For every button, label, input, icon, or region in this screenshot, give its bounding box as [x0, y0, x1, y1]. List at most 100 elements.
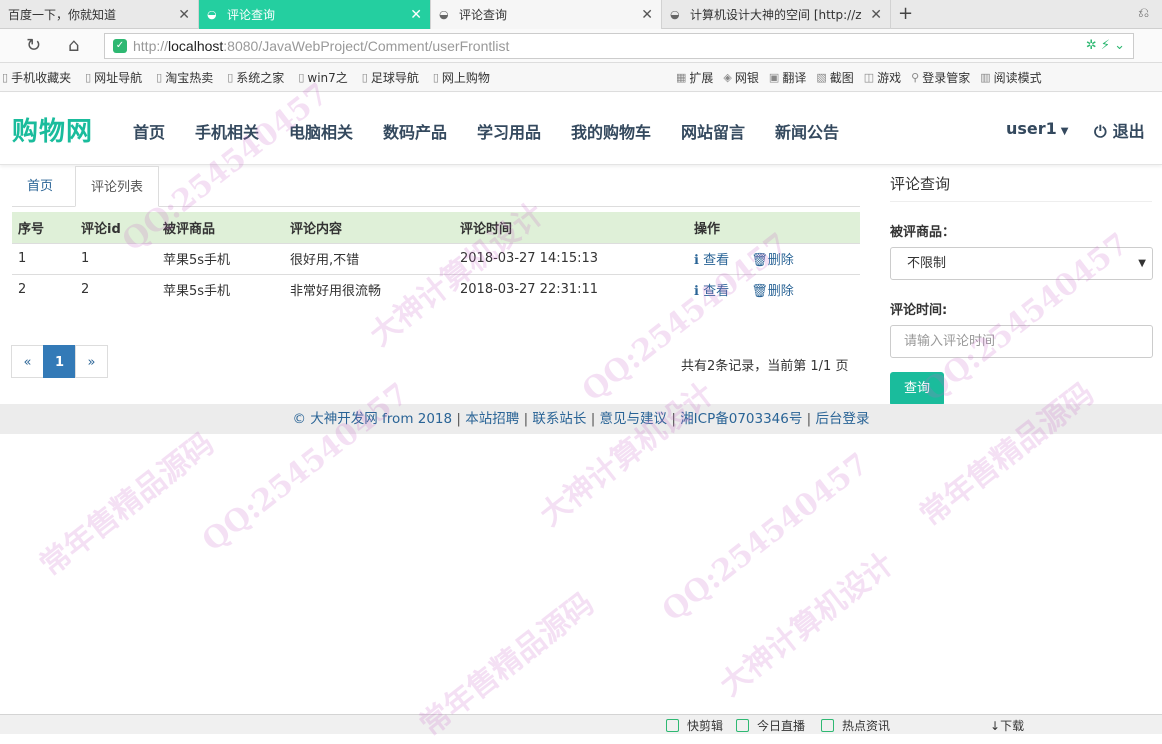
book-icon: ▥ — [980, 71, 991, 84]
speed-icon[interactable]: ✲ ⚡ ⌄ — [1086, 38, 1125, 53]
tab-home[interactable]: 首页 — [12, 166, 68, 207]
download-icon: ↓ — [990, 718, 1001, 733]
refresh-icon[interactable]: ↻ — [26, 35, 41, 56]
search-panel: 评论查询 被评商品： 不限制 ▼ 评论时间: 请输入评论时间 查询 — [890, 166, 1153, 406]
content-tabs: 首页 评论列表 — [12, 166, 860, 207]
site-logo[interactable]: 购物网 — [12, 111, 93, 148]
footer-link[interactable]: 意见与建议 — [600, 411, 668, 427]
cell-content: 非常好用很流畅 — [284, 273, 454, 305]
bookmark-item[interactable]: ▯ 网上购物 — [433, 69, 490, 86]
browser-tab-active[interactable]: ◒ 评论查询 ✕ — [199, 0, 431, 29]
mask-icon: ◒ — [670, 7, 680, 21]
next-page-button[interactable]: » — [75, 345, 108, 378]
status-item[interactable]: ↓ 下载 — [990, 717, 1024, 734]
footer-link[interactable]: 联系站长 — [532, 411, 586, 427]
watermark: QQ:254540457 — [655, 446, 876, 629]
cell-content: 很好用,不错 — [284, 242, 454, 274]
live-icon — [736, 719, 749, 732]
search-icon: ⚲ — [911, 71, 920, 84]
comment-time-input[interactable]: 请输入评论时间 — [890, 325, 1153, 358]
column-header: 被评商品 — [157, 212, 284, 243]
tab-comment-list[interactable]: 评论列表 — [75, 166, 160, 207]
browser-tab-baidu[interactable]: 百度一下，你就知道 ✕ — [0, 0, 199, 29]
view-link[interactable]: ℹ 查看 — [694, 253, 729, 268]
page-icon: ▯ — [361, 70, 368, 84]
query-button[interactable]: 查询 — [890, 372, 944, 406]
cell-time: 2018-03-27 22:31:11 — [454, 273, 688, 305]
product-label: 被评商品： — [890, 225, 956, 240]
toolbar-item[interactable]: ◫ 游戏 — [864, 69, 901, 86]
bookmark-item[interactable]: ▯ win7之 — [298, 69, 347, 86]
footer-link[interactable]: 本站招聘 — [465, 411, 519, 427]
close-icon[interactable]: ✕ — [870, 7, 882, 23]
restore-tab-icon[interactable]: ⎌ — [1138, 5, 1149, 21]
trash-icon: 🗑 — [751, 284, 768, 300]
nav-home[interactable]: 首页 — [133, 119, 165, 143]
browser-tab-space[interactable]: ◒ 计算机设计大神的空间 [http://z ✕ — [662, 0, 891, 29]
toolbar-extensions: ▦ 扩展 ◈ 网银 ▣ 翻译 ▧ 截图 ◫ 游戏 ⚲ 登录管家 ▥ 阅读模式 — [676, 63, 1052, 92]
toolbar-item[interactable]: ⚲ 登录管家 — [911, 69, 970, 86]
bookmarks-bar: ▯ 手机收藏夹 ▯ 网址导航 ▯ 淘宝热卖 ▯ 系统之家 ▯ win7之 ▯ 足球导航 ▯ 网… — [0, 63, 1162, 92]
nav-study[interactable]: 学习用品 — [477, 119, 541, 143]
logout-button[interactable]: ⏻ 退出 — [1094, 118, 1145, 142]
nav-cart[interactable]: 我的购物车 — [571, 119, 651, 143]
footer-link[interactable]: 后台登录 — [816, 411, 870, 427]
bookmark-item[interactable]: ▯ 网址导航 — [85, 69, 142, 86]
toolbar-item[interactable]: ▧ 截图 — [816, 69, 853, 86]
browser-tabstrip: 百度一下，你就知道 ✕ ◒ 评论查询 ✕ ◒ 评论查询 ✕ ◒ 计算机设计大神的… — [0, 0, 1162, 29]
status-item[interactable]: 热点资讯 — [821, 717, 890, 734]
nav-messages[interactable]: 网站留言 — [681, 119, 745, 143]
cell-id: 2 — [75, 273, 157, 305]
view-link[interactable]: ℹ 查看 — [694, 284, 729, 299]
cell-no: 1 — [12, 242, 75, 274]
bookmark-item[interactable]: ▯ 系统之家 — [227, 69, 284, 86]
table-row: 2 2 苹果5s手机 非常好用很流畅 2018-03-27 22:31:11 ℹ… — [12, 273, 860, 305]
power-icon: ⏻ — [1094, 122, 1107, 141]
column-header: 评论时间 — [454, 212, 688, 243]
product-select-value: 不限制 — [907, 256, 947, 271]
toolbar-item[interactable]: ▥ 阅读模式 — [980, 69, 1041, 86]
tab-label: 评论查询 — [459, 8, 508, 22]
browser-tab-comment[interactable]: ◒ 评论查询 ✕ — [431, 0, 662, 29]
nav-computers[interactable]: 电脑相关 — [289, 119, 353, 143]
game-icon: ◫ — [863, 71, 875, 84]
footer-separator: | — [590, 411, 600, 427]
search-panel-title: 评论查询 — [890, 166, 1152, 202]
grid-icon: ▦ — [676, 71, 687, 84]
nav-news[interactable]: 新闻公告 — [775, 119, 839, 143]
footer-copyright[interactable]: © 大神开发网 from 2018 — [292, 411, 452, 427]
shield-icon: ✓ — [113, 39, 127, 53]
close-icon[interactable]: ✕ — [641, 7, 653, 23]
nav-digital[interactable]: 数码产品 — [383, 119, 447, 143]
url-field[interactable]: ✓ http://localhost:8080/JavaWebProject/C… — [104, 33, 1134, 59]
bookmark-item[interactable]: ▯ 淘宝热卖 — [156, 69, 213, 86]
caret-down-icon: ▼ — [1060, 126, 1069, 137]
footer-separator: | — [806, 411, 816, 427]
table-row: 1 1 苹果5s手机 很好用,不错 2018-03-27 14:15:13 ℹ … — [12, 242, 860, 274]
toolbar-item[interactable]: ▦ 扩展 — [676, 69, 713, 86]
delete-link[interactable]: 🗑删除 — [751, 284, 794, 299]
page-info: 共有2条记录，当前第 1/1 页 — [681, 359, 849, 374]
translate-icon: ▣ — [768, 71, 780, 84]
close-icon[interactable]: ✕ — [178, 7, 190, 23]
page-icon: ▯ — [156, 70, 163, 84]
bookmark-item[interactable]: ▯ 足球导航 — [362, 69, 419, 86]
info-icon: ℹ — [694, 284, 704, 300]
prev-page-button[interactable]: « — [11, 345, 44, 378]
status-item[interactable]: 快剪辑 — [666, 717, 723, 734]
home-icon[interactable]: ⌂ — [68, 35, 79, 56]
page-1-button[interactable]: 1 — [43, 345, 76, 378]
footer-link[interactable]: 湘ICP备0703346号 — [680, 411, 802, 427]
bookmark-item[interactable]: ▯ 手机收藏夹 — [2, 69, 71, 86]
time-label: 评论时间: — [890, 303, 948, 318]
toolbar-item[interactable]: ◈ 网银 — [723, 69, 758, 86]
new-tab-icon[interactable]: + — [898, 3, 913, 24]
nav-phones[interactable]: 手机相关 — [195, 119, 259, 143]
user-menu[interactable]: user1 ▼ — [1006, 119, 1069, 138]
delete-link[interactable]: 🗑删除 — [751, 253, 794, 268]
close-icon[interactable]: ✕ — [410, 7, 422, 23]
footer-separator: | — [671, 411, 681, 427]
toolbar-item[interactable]: ▣ 翻译 — [769, 69, 806, 86]
product-select[interactable]: 不限制 ▼ — [890, 247, 1153, 280]
status-item[interactable]: 今日直播 — [736, 717, 805, 734]
